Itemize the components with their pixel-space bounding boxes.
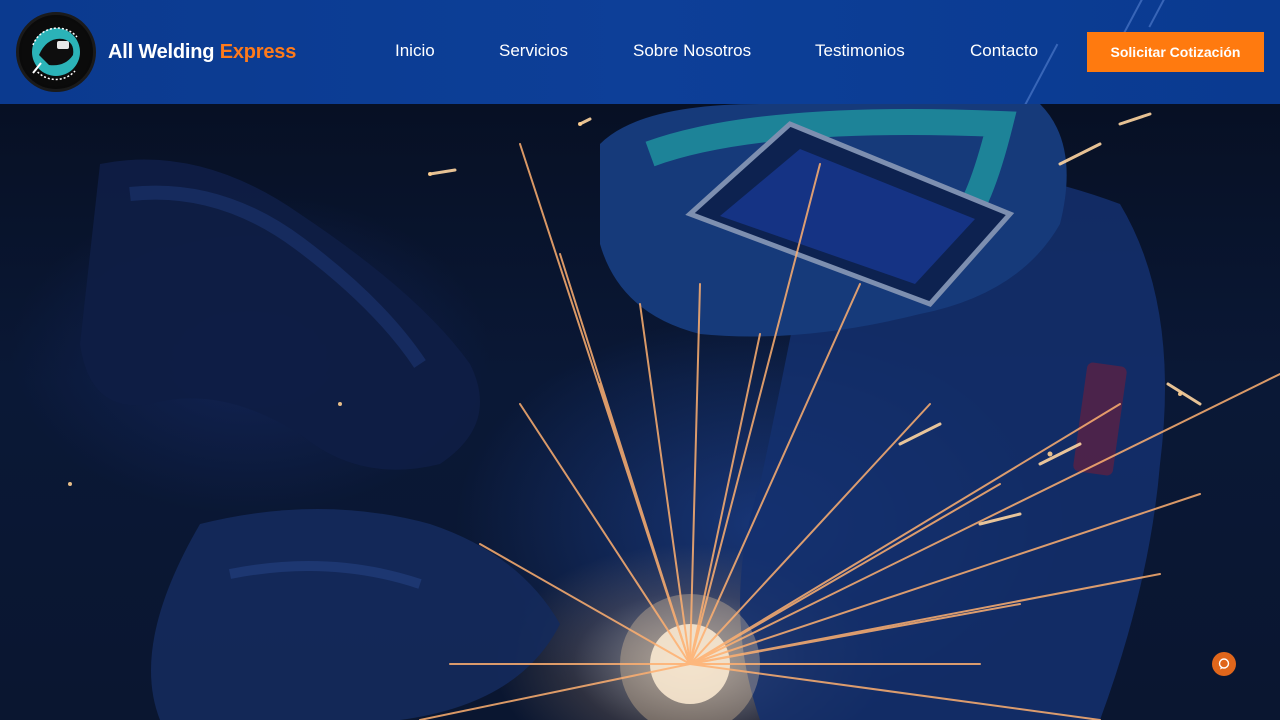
nav-item-servicios[interactable]: Servicios	[499, 41, 568, 61]
decorative-streak	[1148, 0, 1174, 28]
site-header: All Welding Express Inicio Servicios Sob…	[0, 0, 1280, 104]
brand-name-accent: Express	[219, 40, 297, 63]
brand-name: All Welding Express	[108, 41, 296, 64]
brand-home-link[interactable]: All Welding Express	[16, 12, 296, 92]
chat-bubble-icon[interactable]	[1212, 652, 1236, 676]
welder-logo-icon	[16, 12, 96, 92]
nav-item-sobre-nosotros[interactable]: Sobre Nosotros	[633, 41, 751, 61]
page: All Welding Express Inicio Servicios Sob…	[0, 0, 1280, 720]
hero-section	[0, 104, 1280, 720]
request-quote-button[interactable]: Solicitar Cotización	[1087, 32, 1264, 72]
nav-item-testimonios[interactable]: Testimonios	[815, 41, 905, 61]
nav-item-contacto[interactable]: Contacto	[970, 41, 1038, 61]
brand-name-main: All Welding	[108, 40, 215, 63]
nav-item-inicio[interactable]: Inicio	[395, 41, 435, 61]
welding-hero-image	[68, 104, 1280, 720]
